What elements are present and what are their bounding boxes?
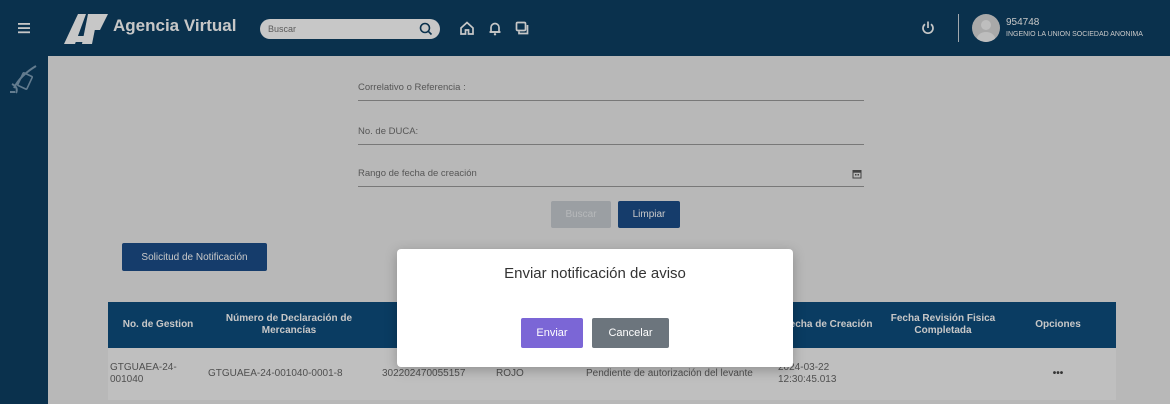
cancelar-button[interactable]: Cancelar xyxy=(592,318,669,348)
enviar-button[interactable]: Enviar xyxy=(521,318,583,348)
confirm-dialog: Enviar notificación de aviso Enviar Canc… xyxy=(397,249,793,367)
dialog-title: Enviar notificación de aviso xyxy=(504,265,686,282)
